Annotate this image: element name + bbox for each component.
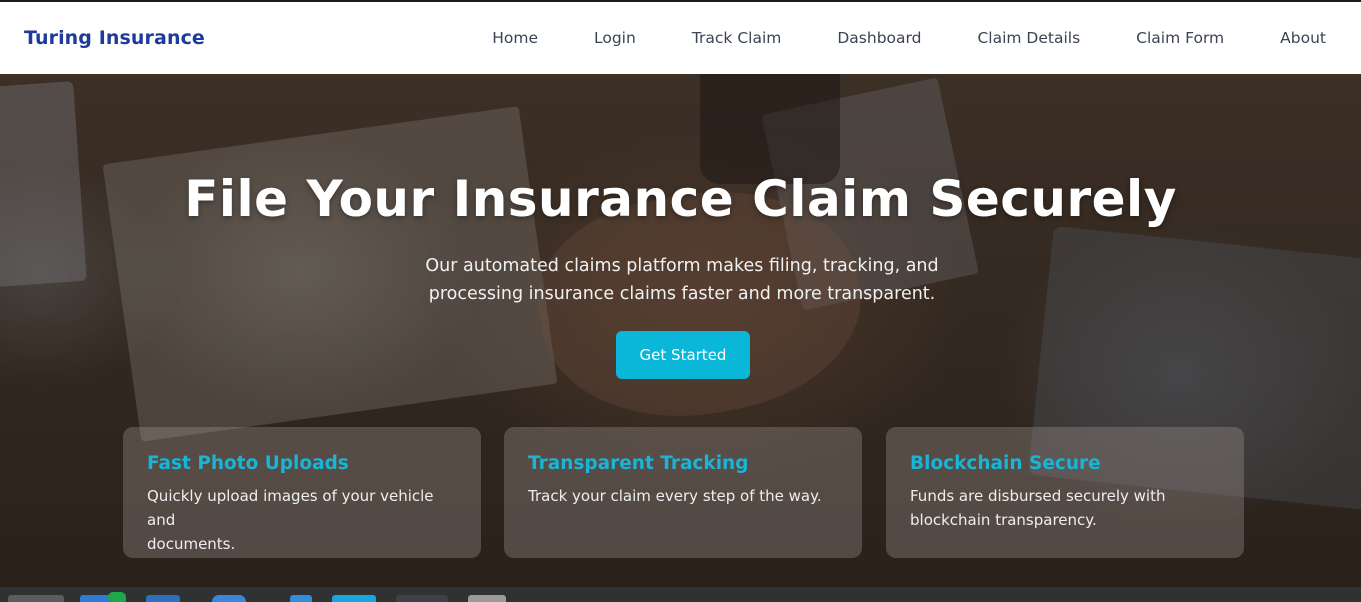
- app-icon[interactable]: [396, 595, 448, 602]
- nav-links: Home Login Track Claim Dashboard Claim D…: [492, 29, 1326, 47]
- nav-link-about[interactable]: About: [1280, 29, 1326, 47]
- feature-card-text-line-2: documents.: [147, 535, 236, 553]
- feature-card-text-line-2: blockchain transparency.: [910, 511, 1097, 529]
- feature-card-photo-uploads: Fast Photo Uploads Quickly upload images…: [123, 427, 481, 558]
- nav-link-track-claim[interactable]: Track Claim: [692, 29, 782, 47]
- hero-subtitle: Our automated claims platform makes fili…: [380, 252, 984, 308]
- app-icon[interactable]: [468, 595, 506, 602]
- feature-card-text: Track your claim every step of the way.: [528, 484, 840, 508]
- feature-card-tracking: Transparent Tracking Track your claim ev…: [504, 427, 862, 558]
- browser-icon[interactable]: [212, 595, 246, 602]
- feature-card-text-line-1: Quickly upload images of your vehicle an…: [147, 487, 434, 529]
- app-icon[interactable]: [146, 595, 180, 602]
- hero-subtitle-line-1: Our automated claims platform makes fili…: [425, 256, 939, 276]
- nav-link-claim-details[interactable]: Claim Details: [977, 29, 1080, 47]
- feature-card-title: Blockchain Secure: [910, 453, 1101, 474]
- feature-card-blockchain: Blockchain Secure Funds are disbursed se…: [886, 427, 1244, 558]
- folder-icon[interactable]: [332, 595, 376, 602]
- feature-card-title: Transparent Tracking: [528, 453, 749, 474]
- app-icon[interactable]: [290, 595, 312, 602]
- navbar: Turing Insurance Home Login Track Claim …: [0, 2, 1361, 74]
- get-started-button[interactable]: Get Started: [616, 331, 750, 379]
- folder-icon[interactable]: [8, 595, 64, 602]
- nav-link-login[interactable]: Login: [594, 29, 636, 47]
- notification-badge-icon: [108, 592, 126, 602]
- feature-card-text: Quickly upload images of your vehicle an…: [147, 484, 459, 556]
- feature-card-text-line-1: Funds are disbursed securely with: [910, 487, 1166, 505]
- taskbar: [0, 587, 1361, 602]
- hero-subtitle-line-2: processing insurance claims faster and m…: [428, 284, 936, 304]
- hero-section: File Your Insurance Claim Securely Our a…: [0, 74, 1361, 587]
- feature-card-text-line-1: Track your claim every step of the way.: [528, 487, 822, 505]
- brand-logo[interactable]: Turing Insurance: [24, 27, 205, 49]
- feature-card-title: Fast Photo Uploads: [147, 453, 349, 474]
- feature-card-text: Funds are disbursed securely with blockc…: [910, 484, 1222, 532]
- nav-link-dashboard[interactable]: Dashboard: [837, 29, 921, 47]
- nav-link-home[interactable]: Home: [492, 29, 538, 47]
- nav-link-claim-form[interactable]: Claim Form: [1136, 29, 1224, 47]
- hero-title: File Your Insurance Claim Securely: [184, 170, 1177, 228]
